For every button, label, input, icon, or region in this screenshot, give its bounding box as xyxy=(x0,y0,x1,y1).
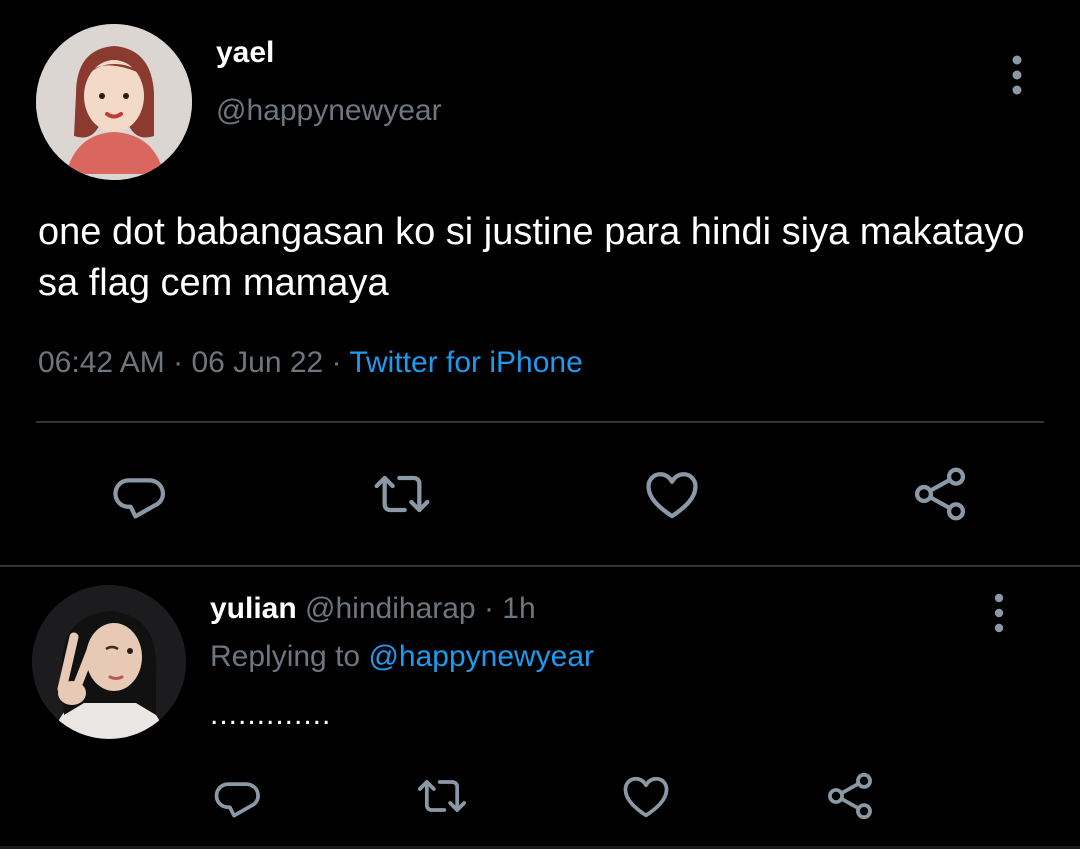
reply-icon[interactable] xyxy=(108,462,172,526)
avatar-photo xyxy=(32,585,186,739)
retweet-icon[interactable] xyxy=(414,768,470,824)
share-icon[interactable] xyxy=(908,462,972,526)
tweet-meta: 06:42 AM · 06 Jun 22 · Twitter for iPhon… xyxy=(38,346,583,380)
handle[interactable]: @happynewyear xyxy=(216,94,442,128)
like-icon[interactable] xyxy=(618,768,674,824)
reply-age: 1h xyxy=(502,592,536,625)
retweet-icon[interactable] xyxy=(370,462,434,526)
tweet-date: 06 Jun 22 xyxy=(191,346,324,379)
replying-prefix: Replying to xyxy=(210,640,369,673)
meta-separator: · xyxy=(475,592,503,625)
share-icon[interactable] xyxy=(822,768,878,824)
reply-avatar[interactable] xyxy=(32,585,186,739)
display-name[interactable]: yael xyxy=(216,36,274,70)
meta-separator: · xyxy=(164,346,192,379)
more-options-icon[interactable] xyxy=(1002,54,1032,98)
mention-link[interactable]: @happynewyear xyxy=(368,640,594,673)
meta-separator: · xyxy=(323,346,350,379)
divider xyxy=(36,421,1044,423)
more-options-icon[interactable] xyxy=(984,592,1014,634)
avatar[interactable] xyxy=(36,24,192,180)
tweet-time: 06:42 AM xyxy=(38,346,165,379)
reply-handle[interactable]: @hindiharap xyxy=(305,592,476,625)
replying-to-line: Replying to @happynewyear xyxy=(210,640,594,674)
reply-icon[interactable] xyxy=(210,768,266,824)
tweet-text: one dot babangasan ko si justine para hi… xyxy=(38,211,1025,304)
reply-header: yulian @hindiharap · 1h xyxy=(210,592,536,626)
avatar-photo xyxy=(36,24,192,180)
like-icon[interactable] xyxy=(640,462,704,526)
reply-text: ............. xyxy=(210,698,332,731)
divider xyxy=(0,565,1080,567)
reply-display-name[interactable]: yulian xyxy=(210,592,297,625)
tweet-source-link[interactable]: Twitter for iPhone xyxy=(349,346,582,379)
